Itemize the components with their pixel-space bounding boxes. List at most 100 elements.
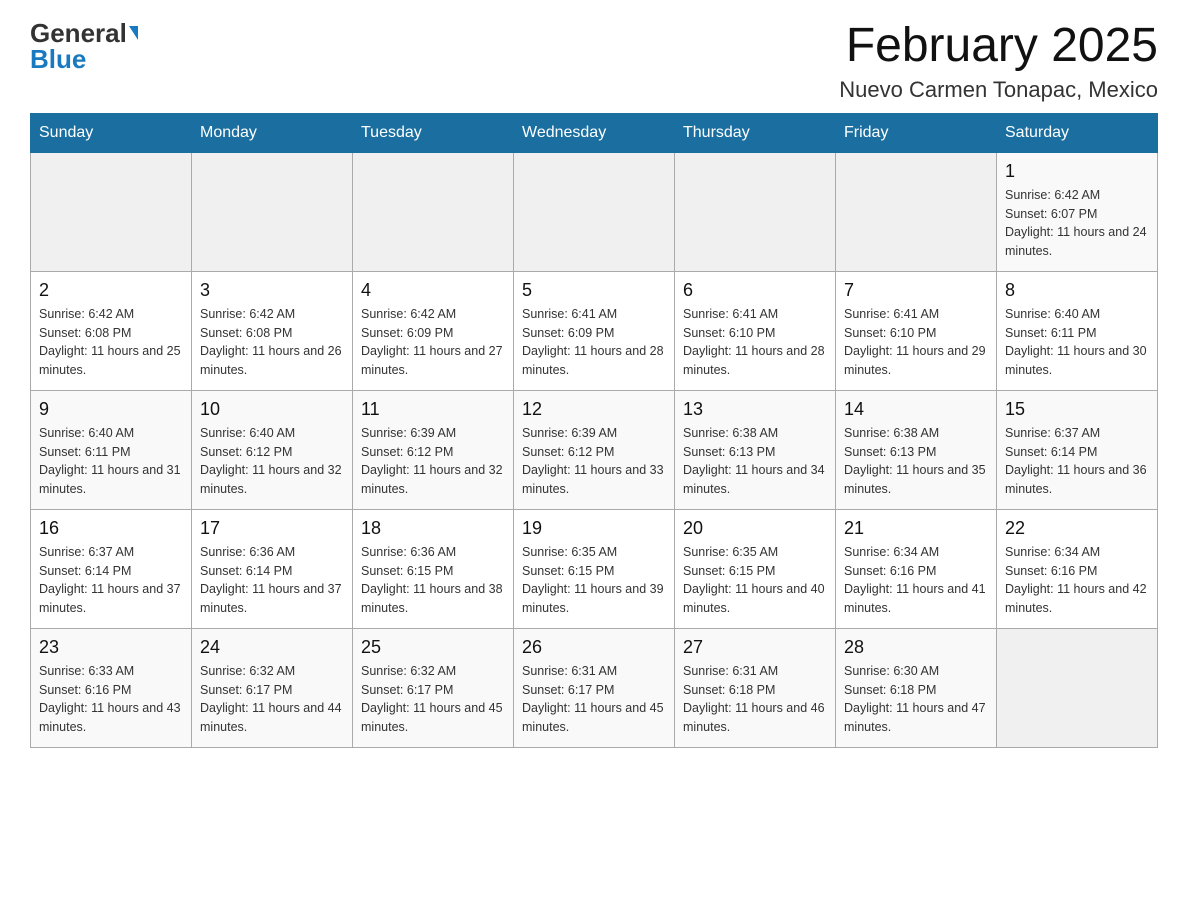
day-number: 11 — [361, 399, 505, 420]
calendar-cell: 9 Sunrise: 6:40 AM Sunset: 6:11 PM Daylig… — [31, 390, 192, 509]
calendar-cell: 10 Sunrise: 6:40 AM Sunset: 6:12 PM Dayli… — [192, 390, 353, 509]
day-number: 12 — [522, 399, 666, 420]
day-number: 10 — [200, 399, 344, 420]
day-info: Sunrise: 6:36 AM Sunset: 6:15 PM Dayligh… — [361, 543, 505, 618]
calendar-cell: 8 Sunrise: 6:40 AM Sunset: 6:11 PM Daylig… — [997, 271, 1158, 390]
calendar-cell: 24 Sunrise: 6:32 AM Sunset: 6:17 PM Dayli… — [192, 628, 353, 747]
day-number: 16 — [39, 518, 183, 539]
calendar-cell: 11 Sunrise: 6:39 AM Sunset: 6:12 PM Dayli… — [353, 390, 514, 509]
calendar-body: 1 Sunrise: 6:42 AM Sunset: 6:07 PM Daylig… — [31, 152, 1158, 747]
day-info: Sunrise: 6:41 AM Sunset: 6:10 PM Dayligh… — [683, 305, 827, 380]
calendar-cell — [514, 152, 675, 271]
day-number: 1 — [1005, 161, 1149, 182]
day-number: 17 — [200, 518, 344, 539]
day-number: 23 — [39, 637, 183, 658]
day-number: 22 — [1005, 518, 1149, 539]
calendar-cell — [675, 152, 836, 271]
calendar-cell: 12 Sunrise: 6:39 AM Sunset: 6:12 PM Dayli… — [514, 390, 675, 509]
day-info: Sunrise: 6:40 AM Sunset: 6:12 PM Dayligh… — [200, 424, 344, 499]
day-number: 28 — [844, 637, 988, 658]
day-number: 18 — [361, 518, 505, 539]
day-info: Sunrise: 6:33 AM Sunset: 6:16 PM Dayligh… — [39, 662, 183, 737]
location-title: Nuevo Carmen Tonapac, Mexico — [839, 77, 1158, 103]
day-info: Sunrise: 6:40 AM Sunset: 6:11 PM Dayligh… — [1005, 305, 1149, 380]
calendar-cell: 22Sunrise: 6:34 AM Sunset: 6:16 PM Dayli… — [997, 509, 1158, 628]
weekday-header-row: SundayMondayTuesdayWednesdayThursdayFrid… — [31, 113, 1158, 152]
day-number: 27 — [683, 637, 827, 658]
calendar-cell — [836, 152, 997, 271]
day-number: 15 — [1005, 399, 1149, 420]
weekday-tuesday: Tuesday — [353, 113, 514, 152]
day-number: 26 — [522, 637, 666, 658]
day-info: Sunrise: 6:42 AM Sunset: 6:09 PM Dayligh… — [361, 305, 505, 380]
day-info: Sunrise: 6:30 AM Sunset: 6:18 PM Dayligh… — [844, 662, 988, 737]
day-info: Sunrise: 6:39 AM Sunset: 6:12 PM Dayligh… — [361, 424, 505, 499]
day-number: 20 — [683, 518, 827, 539]
calendar-week-1: 1 Sunrise: 6:42 AM Sunset: 6:07 PM Daylig… — [31, 152, 1158, 271]
month-title: February 2025 — [839, 20, 1158, 73]
day-info: Sunrise: 6:39 AM Sunset: 6:12 PM Dayligh… — [522, 424, 666, 499]
title-block: February 2025 Nuevo Carmen Tonapac, Mexi… — [839, 20, 1158, 103]
calendar-cell: 15Sunrise: 6:37 AM Sunset: 6:14 PM Dayli… — [997, 390, 1158, 509]
day-number: 25 — [361, 637, 505, 658]
calendar-cell: 6Sunrise: 6:41 AM Sunset: 6:10 PM Daylig… — [675, 271, 836, 390]
calendar-cell — [192, 152, 353, 271]
logo-blue-text: Blue — [30, 46, 86, 72]
calendar-cell: 19 Sunrise: 6:35 AM Sunset: 6:15 PM Dayli… — [514, 509, 675, 628]
day-info: Sunrise: 6:35 AM Sunset: 6:15 PM Dayligh… — [522, 543, 666, 618]
day-info: Sunrise: 6:38 AM Sunset: 6:13 PM Dayligh… — [844, 424, 988, 499]
day-info: Sunrise: 6:37 AM Sunset: 6:14 PM Dayligh… — [39, 543, 183, 618]
calendar-cell: 17 Sunrise: 6:36 AM Sunset: 6:14 PM Dayli… — [192, 509, 353, 628]
day-info: Sunrise: 6:42 AM Sunset: 6:08 PM Dayligh… — [200, 305, 344, 380]
day-info: Sunrise: 6:31 AM Sunset: 6:18 PM Dayligh… — [683, 662, 827, 737]
day-number: 4 — [361, 280, 505, 301]
calendar-cell — [353, 152, 514, 271]
calendar-week-4: 16 Sunrise: 6:37 AM Sunset: 6:14 PM Dayli… — [31, 509, 1158, 628]
day-info: Sunrise: 6:42 AM Sunset: 6:08 PM Dayligh… — [39, 305, 183, 380]
day-info: Sunrise: 6:40 AM Sunset: 6:11 PM Dayligh… — [39, 424, 183, 499]
day-number: 24 — [200, 637, 344, 658]
day-info: Sunrise: 6:36 AM Sunset: 6:14 PM Dayligh… — [200, 543, 344, 618]
calendar-header: SundayMondayTuesdayWednesdayThursdayFrid… — [31, 113, 1158, 152]
calendar-cell: 1 Sunrise: 6:42 AM Sunset: 6:07 PM Daylig… — [997, 152, 1158, 271]
weekday-monday: Monday — [192, 113, 353, 152]
day-number: 21 — [844, 518, 988, 539]
calendar-cell: 13 Sunrise: 6:38 AM Sunset: 6:13 PM Dayli… — [675, 390, 836, 509]
calendar-cell: 20 Sunrise: 6:35 AM Sunset: 6:15 PM Dayli… — [675, 509, 836, 628]
day-info: Sunrise: 6:42 AM Sunset: 6:07 PM Dayligh… — [1005, 186, 1149, 261]
weekday-saturday: Saturday — [997, 113, 1158, 152]
logo: General Blue — [30, 20, 138, 72]
day-number: 19 — [522, 518, 666, 539]
logo-general-text: General — [30, 20, 127, 46]
weekday-friday: Friday — [836, 113, 997, 152]
calendar-week-5: 23 Sunrise: 6:33 AM Sunset: 6:16 PM Dayli… — [31, 628, 1158, 747]
calendar-cell — [997, 628, 1158, 747]
day-number: 14 — [844, 399, 988, 420]
day-number: 2 — [39, 280, 183, 301]
calendar-cell: 3 Sunrise: 6:42 AM Sunset: 6:08 PM Daylig… — [192, 271, 353, 390]
day-number: 13 — [683, 399, 827, 420]
day-info: Sunrise: 6:32 AM Sunset: 6:17 PM Dayligh… — [361, 662, 505, 737]
calendar-cell: 28 Sunrise: 6:30 AM Sunset: 6:18 PM Dayli… — [836, 628, 997, 747]
calendar-cell: 23 Sunrise: 6:33 AM Sunset: 6:16 PM Dayli… — [31, 628, 192, 747]
day-info: Sunrise: 6:31 AM Sunset: 6:17 PM Dayligh… — [522, 662, 666, 737]
calendar-cell: 26 Sunrise: 6:31 AM Sunset: 6:17 PM Dayli… — [514, 628, 675, 747]
calendar-cell: 25 Sunrise: 6:32 AM Sunset: 6:17 PM Dayli… — [353, 628, 514, 747]
day-number: 3 — [200, 280, 344, 301]
page-header: General Blue February 2025 Nuevo Carmen … — [30, 20, 1158, 103]
calendar-cell: 5Sunrise: 6:41 AM Sunset: 6:09 PM Daylig… — [514, 271, 675, 390]
calendar-week-2: 2 Sunrise: 6:42 AM Sunset: 6:08 PM Daylig… — [31, 271, 1158, 390]
calendar-cell: 21 Sunrise: 6:34 AM Sunset: 6:16 PM Dayli… — [836, 509, 997, 628]
calendar-week-3: 9 Sunrise: 6:40 AM Sunset: 6:11 PM Daylig… — [31, 390, 1158, 509]
calendar-cell: 4 Sunrise: 6:42 AM Sunset: 6:09 PM Daylig… — [353, 271, 514, 390]
day-info: Sunrise: 6:38 AM Sunset: 6:13 PM Dayligh… — [683, 424, 827, 499]
calendar-cell: 14 Sunrise: 6:38 AM Sunset: 6:13 PM Dayli… — [836, 390, 997, 509]
day-number: 9 — [39, 399, 183, 420]
calendar-cell: 18 Sunrise: 6:36 AM Sunset: 6:15 PM Dayli… — [353, 509, 514, 628]
day-info: Sunrise: 6:34 AM Sunset: 6:16 PM Dayligh… — [844, 543, 988, 618]
calendar-cell — [31, 152, 192, 271]
day-info: Sunrise: 6:32 AM Sunset: 6:17 PM Dayligh… — [200, 662, 344, 737]
day-info: Sunrise: 6:35 AM Sunset: 6:15 PM Dayligh… — [683, 543, 827, 618]
day-number: 8 — [1005, 280, 1149, 301]
calendar-cell: 2 Sunrise: 6:42 AM Sunset: 6:08 PM Daylig… — [31, 271, 192, 390]
